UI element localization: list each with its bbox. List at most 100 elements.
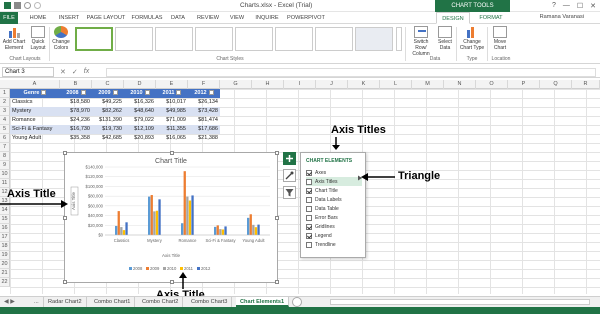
chart-styles-more-button[interactable]	[396, 27, 402, 51]
sheet-tab-combo-chart2[interactable]: Combo Chart2	[138, 297, 184, 307]
column-header[interactable]: A	[10, 80, 60, 89]
table-cell[interactable]: $18,580	[60, 98, 92, 107]
user-name[interactable]: Ramana Varanasi	[540, 14, 584, 20]
table-cell[interactable]: $71,009	[156, 116, 188, 125]
chart-elements-button[interactable]	[283, 152, 296, 165]
row-header[interactable]: 10	[0, 170, 10, 179]
tab-powerpivot[interactable]: POWERPIVOT	[286, 12, 326, 24]
tab-inquire[interactable]: INQUIRE	[252, 12, 282, 24]
column-header[interactable]: L	[380, 80, 412, 89]
table-cell[interactable]: $11,355	[156, 125, 188, 134]
table-cell[interactable]: $19,730	[92, 125, 124, 134]
table-cell[interactable]: $21,388	[188, 134, 220, 143]
row-header[interactable]: 11	[0, 179, 10, 188]
checkbox[interactable]	[306, 169, 312, 176]
column-header[interactable]: F	[188, 80, 220, 89]
resize-handle[interactable]	[170, 151, 174, 155]
row-header[interactable]: 3	[0, 107, 10, 116]
chart-style-2[interactable]	[115, 27, 153, 51]
chart-element-chart-title[interactable]: Chart Title	[306, 186, 362, 195]
chart-element-data-table[interactable]: Data Table	[306, 204, 362, 213]
checkbox[interactable]	[306, 187, 312, 194]
resize-handle[interactable]	[275, 280, 279, 284]
row-header[interactable]: 20	[0, 260, 10, 269]
tab-design[interactable]: DESIGN	[436, 12, 470, 24]
add-sheet-button[interactable]	[292, 297, 302, 307]
table-cell[interactable]: $79,022	[124, 116, 156, 125]
checkbox[interactable]	[306, 178, 312, 185]
table-header-cell[interactable]: 2009	[92, 89, 124, 98]
row-header[interactable]: 6	[0, 134, 10, 143]
chart-style-8[interactable]	[355, 27, 393, 51]
row-header[interactable]: 16	[0, 224, 10, 233]
table-cell[interactable]: $48,640	[124, 107, 156, 116]
checkbox[interactable]	[306, 232, 312, 239]
column-header[interactable]: C	[92, 80, 124, 89]
column-header[interactable]: E	[156, 80, 188, 89]
resize-handle[interactable]	[170, 280, 174, 284]
row-header[interactable]: 4	[0, 116, 10, 125]
table-cell[interactable]: $42,685	[92, 134, 124, 143]
cancel-icon[interactable]: ✕	[60, 68, 66, 76]
table-header-cell[interactable]: 2010	[124, 89, 156, 98]
table-cell[interactable]: $12,109	[124, 125, 156, 134]
column-header[interactable]: D	[124, 80, 156, 89]
table-cell[interactable]: Mystery	[10, 107, 60, 116]
column-header[interactable]: K	[348, 80, 380, 89]
resize-handle[interactable]	[275, 151, 279, 155]
tab-file[interactable]: FILE	[0, 12, 18, 24]
table-cell[interactable]: $24,236	[60, 116, 92, 125]
row-header[interactable]: 22	[0, 278, 10, 287]
table-cell[interactable]: $78,970	[60, 107, 92, 116]
chart-object[interactable]: Chart Title $0 $20,000 $40,000 $60,000 $80,00…	[63, 151, 279, 284]
sheet-tab-radar-chart2[interactable]: Radar Chart2	[44, 297, 87, 307]
sheet-tab-more[interactable]: ...	[30, 297, 44, 307]
chart-style-5[interactable]	[235, 27, 273, 51]
tab-home[interactable]: HOME	[26, 12, 50, 24]
column-header[interactable]: B	[60, 80, 92, 89]
row-header[interactable]: 17	[0, 233, 10, 242]
filter-dropdown-icon[interactable]	[208, 90, 214, 96]
switch-row-column-button[interactable]: Switch Row/ Column	[408, 26, 434, 57]
column-header[interactable]: Q	[540, 80, 572, 89]
tab-view[interactable]: VIEW	[226, 12, 248, 24]
resize-handle[interactable]	[63, 280, 67, 284]
chart-style-1[interactable]	[75, 27, 113, 51]
row-header[interactable]: 2	[0, 98, 10, 107]
tab-data[interactable]: DATA	[167, 12, 189, 24]
enter-icon[interactable]: ✓	[72, 68, 78, 76]
help-icon[interactable]: ?	[552, 2, 556, 10]
tab-insert[interactable]: INSERT	[56, 12, 82, 24]
row-header[interactable]: 5	[0, 125, 10, 134]
checkbox[interactable]	[306, 223, 312, 230]
tab-review[interactable]: REVIEW	[193, 12, 223, 24]
checkbox[interactable]	[306, 196, 312, 203]
tab-page-layout[interactable]: PAGE LAYOUT	[86, 12, 126, 24]
column-header[interactable]: R	[572, 80, 600, 89]
minimize-icon[interactable]: —	[563, 2, 570, 10]
column-header[interactable]: P	[508, 80, 540, 89]
table-cell[interactable]: $20,893	[124, 134, 156, 143]
close-icon[interactable]: ✕	[590, 2, 596, 10]
resize-handle[interactable]	[63, 151, 67, 155]
maximize-icon[interactable]: ☐	[577, 2, 583, 10]
tab-format[interactable]: FORMAT	[474, 12, 508, 24]
chart-style-6[interactable]	[275, 27, 313, 51]
insert-function-icon[interactable]: fx	[84, 68, 89, 76]
table-cell[interactable]: $10,017	[156, 98, 188, 107]
chart-style-7[interactable]	[315, 27, 353, 51]
chart-styles-button[interactable]	[283, 169, 296, 182]
row-header[interactable]: 8	[0, 152, 10, 161]
sheet-tab-combo-chart1[interactable]: Combo Chart1	[90, 297, 136, 307]
filter-dropdown-icon[interactable]	[112, 90, 118, 96]
checkbox[interactable]	[306, 214, 312, 221]
chart-filters-button[interactable]	[283, 186, 296, 199]
resize-handle[interactable]	[63, 216, 67, 220]
chart-element-trendline[interactable]: Trendline	[306, 240, 362, 249]
redo-icon[interactable]	[34, 2, 41, 9]
row-header[interactable]: 15	[0, 215, 10, 224]
filter-dropdown-icon[interactable]	[176, 90, 182, 96]
chart-style-4[interactable]	[195, 27, 233, 51]
chart-element-gridlines[interactable]: Gridlines	[306, 222, 362, 231]
horizontal-scrollbar[interactable]	[330, 299, 590, 305]
